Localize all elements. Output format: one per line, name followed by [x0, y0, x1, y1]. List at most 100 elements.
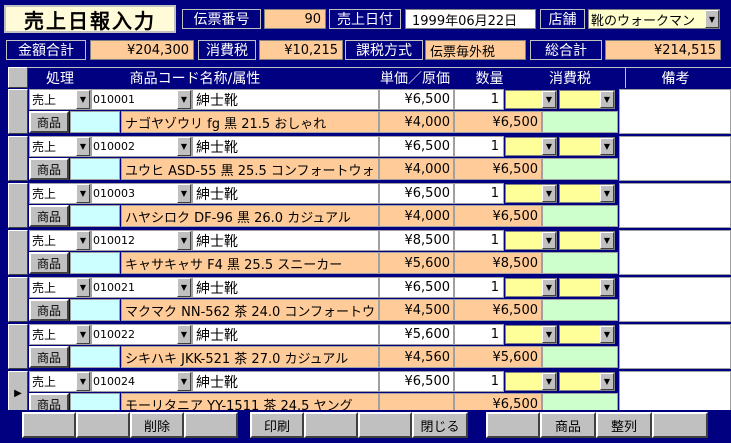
- process-select[interactable]: 売上 ▼: [29, 371, 91, 392]
- toolbar-blank-button-2[interactable]: [76, 412, 130, 438]
- chevron-down-icon[interactable]: ▼: [600, 232, 614, 249]
- product-code-select[interactable]: 010021 ▼: [91, 277, 192, 298]
- chevron-down-icon[interactable]: ▼: [600, 279, 614, 296]
- remarks-field[interactable]: [619, 89, 731, 134]
- category-field[interactable]: 紳士靴: [192, 89, 379, 110]
- toolbar-blank-button-1[interactable]: [22, 412, 76, 438]
- product-lookup-button[interactable]: 商品: [29, 252, 69, 274]
- remarks-field[interactable]: [619, 136, 731, 181]
- chevron-down-icon[interactable]: ▼: [76, 137, 90, 156]
- unit-price-field[interactable]: ¥6,500: [379, 371, 454, 392]
- chevron-down-icon[interactable]: ▼: [600, 91, 614, 108]
- remarks-field[interactable]: [619, 324, 731, 369]
- tax-type-select[interactable]: ▼: [505, 372, 557, 391]
- quantity-field[interactable]: 1: [454, 230, 504, 251]
- row-selector[interactable]: [8, 136, 28, 181]
- product-lookup-button[interactable]: 商品: [29, 111, 69, 133]
- chevron-down-icon[interactable]: ▼: [542, 326, 556, 343]
- tax-type-select[interactable]: ▼: [505, 137, 557, 156]
- toolbar-blank-button-5[interactable]: [358, 412, 412, 438]
- chevron-down-icon[interactable]: ▼: [76, 278, 90, 297]
- chevron-down-icon[interactable]: ▼: [76, 231, 90, 250]
- quantity-field[interactable]: 1: [454, 183, 504, 204]
- product-code-select[interactable]: 010003 ▼: [91, 183, 192, 204]
- category-field[interactable]: 紳士靴: [192, 277, 379, 298]
- process-select[interactable]: 売上 ▼: [29, 277, 91, 298]
- product-lookup-button[interactable]: 商品: [29, 205, 69, 227]
- row-selector[interactable]: [8, 277, 28, 322]
- remarks-field[interactable]: [619, 277, 731, 322]
- tax-rate-select[interactable]: ▼: [559, 325, 615, 344]
- row-selector[interactable]: [8, 230, 28, 275]
- store-select[interactable]: 靴のウォークマン ▼: [588, 9, 720, 29]
- chevron-down-icon[interactable]: ▼: [542, 91, 556, 108]
- unit-price-field[interactable]: ¥6,500: [379, 183, 454, 204]
- unit-price-field[interactable]: ¥6,500: [379, 277, 454, 298]
- chevron-down-icon[interactable]: ▼: [177, 90, 191, 109]
- toolbar-blank-button-4[interactable]: [304, 412, 358, 438]
- process-select[interactable]: 売上 ▼: [29, 183, 91, 204]
- tax-type-select[interactable]: ▼: [505, 90, 557, 109]
- product-code-select[interactable]: 010001 ▼: [91, 89, 192, 110]
- product-id-field[interactable]: [70, 111, 120, 133]
- product-code-select[interactable]: 010012 ▼: [91, 230, 192, 251]
- remarks-field[interactable]: [619, 371, 731, 412]
- chevron-down-icon[interactable]: ▼: [600, 326, 614, 343]
- remarks-field[interactable]: [619, 230, 731, 275]
- print-button[interactable]: 印刷: [250, 412, 304, 438]
- tax-rate-select[interactable]: ▼: [559, 231, 615, 250]
- tax-rate-select[interactable]: ▼: [559, 184, 615, 203]
- product-id-field[interactable]: [70, 158, 120, 180]
- row-selector[interactable]: ▶: [8, 371, 28, 412]
- category-field[interactable]: 紳士靴: [192, 230, 379, 251]
- chevron-down-icon[interactable]: ▼: [600, 373, 614, 390]
- tax-rate-select[interactable]: ▼: [559, 137, 615, 156]
- chevron-down-icon[interactable]: ▼: [542, 232, 556, 249]
- chevron-down-icon[interactable]: ▼: [76, 372, 90, 391]
- unit-price-field[interactable]: ¥8,500: [379, 230, 454, 251]
- product-code-select[interactable]: 010024 ▼: [91, 371, 192, 392]
- process-select[interactable]: 売上 ▼: [29, 89, 91, 110]
- chevron-down-icon[interactable]: ▼: [705, 10, 719, 28]
- chevron-down-icon[interactable]: ▼: [177, 184, 191, 203]
- quantity-field[interactable]: 1: [454, 371, 504, 392]
- tax-rate-select[interactable]: ▼: [559, 90, 615, 109]
- tax-type-select[interactable]: ▼: [505, 231, 557, 250]
- slip-no-field[interactable]: 90: [264, 9, 326, 29]
- chevron-down-icon[interactable]: ▼: [177, 137, 191, 156]
- quantity-field[interactable]: 1: [454, 277, 504, 298]
- chevron-down-icon[interactable]: ▼: [600, 138, 614, 155]
- close-button[interactable]: 閉じる: [412, 412, 468, 438]
- product-button[interactable]: 商品: [540, 412, 596, 438]
- product-code-select[interactable]: 010022 ▼: [91, 324, 192, 345]
- unit-price-field[interactable]: ¥6,500: [379, 89, 454, 110]
- product-id-field[interactable]: [70, 252, 120, 274]
- row-selector[interactable]: [8, 183, 28, 228]
- chevron-down-icon[interactable]: ▼: [177, 231, 191, 250]
- process-select[interactable]: 売上 ▼: [29, 324, 91, 345]
- delete-button[interactable]: 削除: [130, 412, 184, 438]
- unit-price-field[interactable]: ¥5,600: [379, 324, 454, 345]
- chevron-down-icon[interactable]: ▼: [542, 138, 556, 155]
- chevron-down-icon[interactable]: ▼: [542, 279, 556, 296]
- product-lookup-button[interactable]: 商品: [29, 158, 69, 180]
- chevron-down-icon[interactable]: ▼: [177, 372, 191, 391]
- product-lookup-button[interactable]: 商品: [29, 299, 69, 321]
- unit-price-field[interactable]: ¥6,500: [379, 136, 454, 157]
- chevron-down-icon[interactable]: ▼: [600, 185, 614, 202]
- tax-type-select[interactable]: ▼: [505, 184, 557, 203]
- chevron-down-icon[interactable]: ▼: [542, 185, 556, 202]
- chevron-down-icon[interactable]: ▼: [177, 325, 191, 344]
- quantity-field[interactable]: 1: [454, 324, 504, 345]
- process-select[interactable]: 売上 ▼: [29, 136, 91, 157]
- row-selector[interactable]: [8, 89, 28, 134]
- tax-rate-select[interactable]: ▼: [559, 278, 615, 297]
- chevron-down-icon[interactable]: ▼: [76, 325, 90, 344]
- toolbar-blank-button-3[interactable]: [184, 412, 238, 438]
- tax-type-select[interactable]: ▼: [505, 278, 557, 297]
- chevron-down-icon[interactable]: ▼: [177, 278, 191, 297]
- sort-button[interactable]: 整列: [596, 412, 652, 438]
- category-field[interactable]: 紳士靴: [192, 183, 379, 204]
- product-id-field[interactable]: [70, 346, 120, 368]
- remarks-field[interactable]: [619, 183, 731, 228]
